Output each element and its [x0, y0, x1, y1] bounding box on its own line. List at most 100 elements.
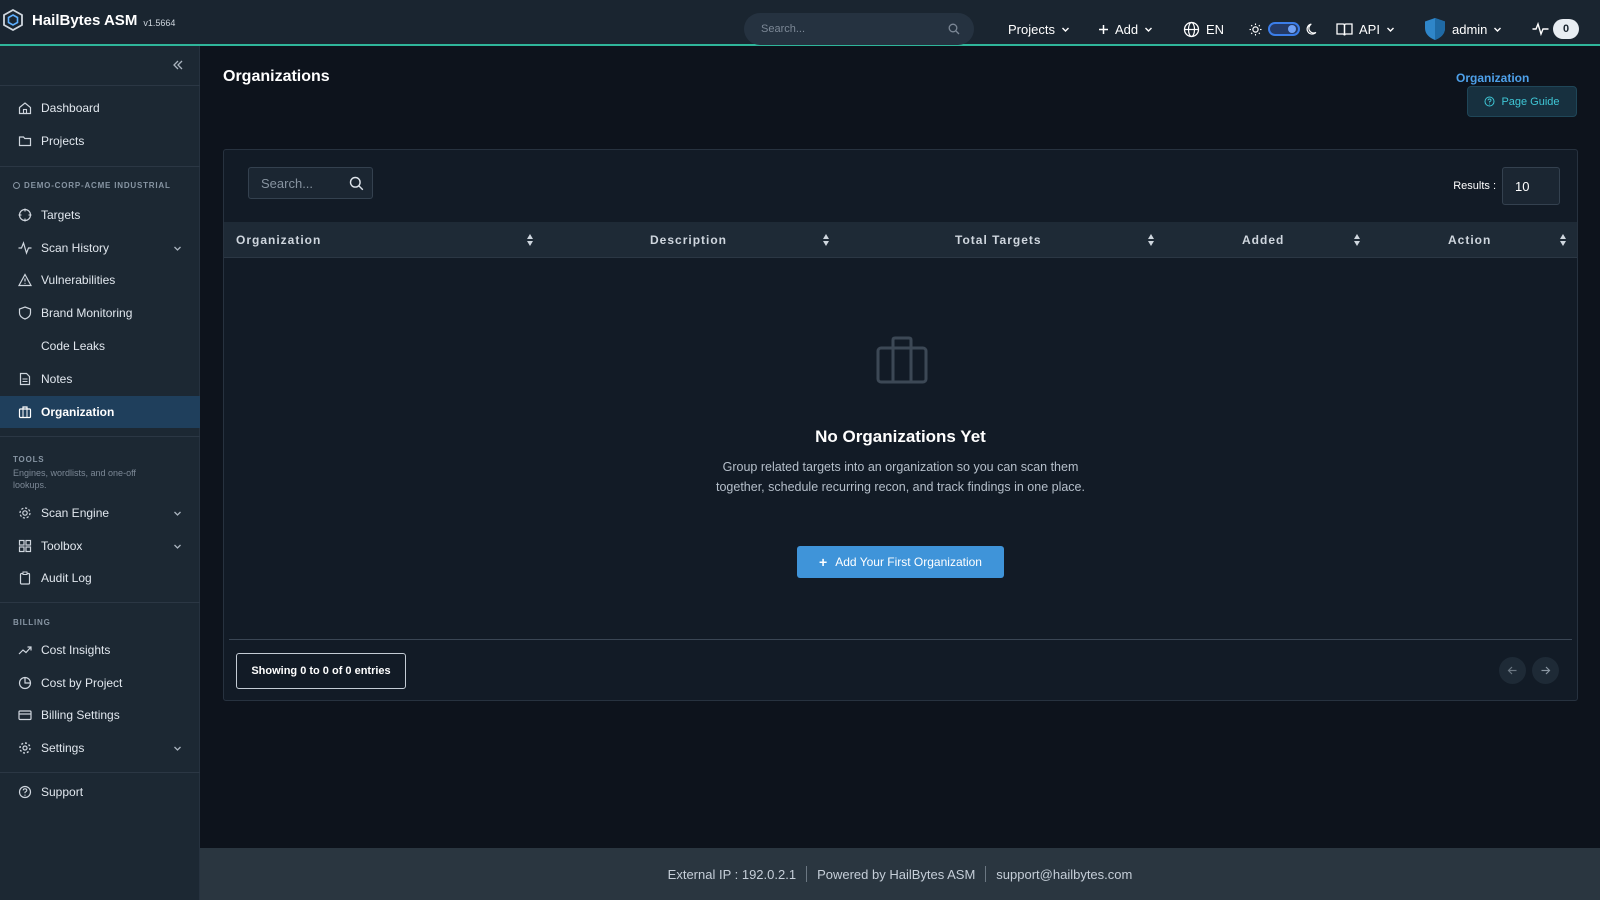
column-header-action[interactable]: Action — [1448, 222, 1491, 258]
chevron-down-icon — [174, 746, 181, 751]
sidebar-item-cost-by-project[interactable]: Cost by Project — [0, 667, 200, 699]
globe-icon — [1183, 21, 1200, 37]
sidebar-item-scan-history[interactable]: Scan History — [0, 232, 200, 264]
book-open-icon — [1336, 22, 1353, 36]
sidebar-item-label: Billing Settings — [41, 708, 120, 722]
sidebar-item-dashboard[interactable]: Dashboard — [0, 92, 200, 124]
sidebar-item-label: Audit Log — [41, 571, 92, 585]
briefcase-icon — [18, 406, 32, 419]
sidebar-item-projects[interactable]: Projects — [0, 125, 200, 157]
chevron-down-icon — [1386, 27, 1394, 32]
sort-icon[interactable] — [822, 233, 830, 247]
sort-icon[interactable] — [526, 233, 534, 247]
activity-icon — [18, 241, 32, 255]
file-text-icon — [19, 372, 31, 386]
page-title: Organizations — [223, 68, 330, 85]
plus-icon — [1099, 24, 1108, 34]
chevron-down-icon — [1494, 27, 1502, 32]
chevrons-left-icon[interactable] — [171, 58, 185, 72]
sidebar-item-toolbox[interactable]: Toolbox — [0, 530, 200, 562]
user-menu[interactable]: admin — [1424, 17, 1502, 41]
sort-icon[interactable] — [1353, 233, 1361, 247]
sort-icon[interactable] — [1559, 233, 1567, 247]
arrow-right-icon — [1541, 666, 1551, 675]
tools-section-header: TOOLS — [13, 455, 45, 464]
breadcrumb[interactable]: Organization — [1456, 71, 1529, 85]
activity-icon — [1532, 22, 1549, 36]
previous-page-button[interactable] — [1499, 657, 1526, 684]
moon-icon — [1306, 23, 1317, 35]
gear-icon — [19, 507, 31, 519]
sidebar-item-organization[interactable]: Organization — [0, 396, 200, 428]
briefcase-icon — [876, 336, 928, 384]
activity-notifications[interactable]: 0 — [1532, 17, 1579, 41]
brand[interactable]: HailBytes ASM v1.5664 — [2, 8, 175, 32]
global-search-input[interactable] — [761, 23, 948, 35]
api-dropdown[interactable]: API — [1336, 17, 1395, 41]
sidebar-item-label: Notes — [41, 372, 73, 386]
billing-section-header: BILLING — [13, 618, 51, 627]
pie-chart-icon — [18, 676, 32, 690]
chevron-down-icon — [1145, 27, 1153, 32]
folder-icon — [18, 136, 32, 147]
table-search-input[interactable] — [261, 175, 341, 191]
sidebar-item-audit-log[interactable]: Audit Log — [0, 562, 200, 594]
help-circle-icon — [1484, 96, 1495, 107]
search-icon[interactable] — [948, 23, 960, 35]
projects-dropdown[interactable]: Projects — [1002, 17, 1070, 41]
projects-dropdown-label: Projects — [1008, 21, 1055, 37]
sun-icon — [1249, 23, 1262, 35]
theme-switch[interactable] — [1268, 22, 1300, 36]
sidebar-item-targets[interactable]: Targets — [0, 199, 200, 231]
language-selector[interactable]: EN — [1183, 17, 1230, 41]
column-header-added[interactable]: Added — [1242, 222, 1284, 258]
global-search — [744, 13, 974, 45]
column-header-total-targets[interactable]: Total Targets — [955, 222, 1042, 258]
top-navbar: HailBytes ASM v1.5664 Projects Add EN AP… — [0, 0, 1600, 46]
chevron-down-icon — [174, 511, 181, 516]
sidebar-item-support[interactable]: Support — [0, 776, 200, 808]
sidebar-item-settings[interactable]: Settings — [0, 732, 200, 764]
settings-icon — [19, 742, 31, 754]
clipboard-icon — [19, 571, 31, 585]
help-circle-icon — [18, 785, 32, 799]
add-dropdown[interactable]: Add — [1098, 17, 1153, 41]
username: admin — [1452, 21, 1488, 37]
grid-icon — [18, 539, 32, 553]
sidebar-item-notes[interactable]: Notes — [0, 363, 200, 395]
tools-section-subtitle: Engines, wordlists, and one-off lookups. — [13, 468, 136, 490]
column-header-description[interactable]: Description — [650, 222, 727, 258]
sidebar-item-cost-insights[interactable]: Cost Insights — [0, 634, 200, 666]
chevron-down-icon — [174, 246, 181, 251]
sidebar-divider — [0, 166, 200, 167]
sidebar-divider — [0, 602, 200, 603]
sidebar-item-brand-monitoring[interactable]: Brand Monitoring — [0, 297, 200, 329]
page-guide-label: Page Guide — [1501, 95, 1560, 108]
sidebar-item-label: Projects — [41, 134, 85, 148]
sidebar-item-label: Dashboard — [41, 101, 100, 115]
empty-state-description: Group related targets into an organizati… — [716, 460, 1085, 494]
chevron-down-icon — [1061, 27, 1069, 32]
sidebar-item-code-leaks[interactable]: Code Leaks — [0, 330, 200, 362]
next-page-button[interactable] — [1532, 657, 1559, 684]
add-first-organization-label: Add Your First Organization — [835, 555, 982, 569]
column-header-organization[interactable]: Organization — [236, 222, 321, 258]
page-guide-button[interactable]: Page Guide — [1467, 86, 1577, 117]
sort-icon[interactable] — [1147, 233, 1155, 247]
sidebar-item-label: Scan History — [41, 241, 110, 255]
table-footer-divider — [229, 639, 1572, 640]
sidebar-item-scan-engine[interactable]: Scan Engine — [0, 497, 200, 529]
sidebar-item-label: Support — [41, 785, 84, 799]
notification-badge: 0 — [1553, 19, 1579, 39]
support-email-link[interactable]: support@hailbytes.com — [986, 867, 1142, 882]
add-first-organization-button[interactable]: + Add Your First Organization — [797, 546, 1004, 578]
search-icon[interactable] — [349, 176, 364, 191]
results-select[interactable]: 10 — [1502, 167, 1560, 205]
project-section-header: DEMO-CORP-ACME INDUSTRIAL — [13, 181, 171, 190]
sidebar-item-billing-settings[interactable]: Billing Settings — [0, 699, 200, 731]
sidebar-item-vulnerabilities[interactable]: Vulnerabilities — [0, 264, 200, 296]
sidebar-divider — [0, 436, 200, 437]
theme-toggle[interactable] — [1249, 17, 1318, 41]
results-label: Results : — [1453, 180, 1496, 192]
sidebar-item-label: Brand Monitoring — [41, 306, 133, 320]
